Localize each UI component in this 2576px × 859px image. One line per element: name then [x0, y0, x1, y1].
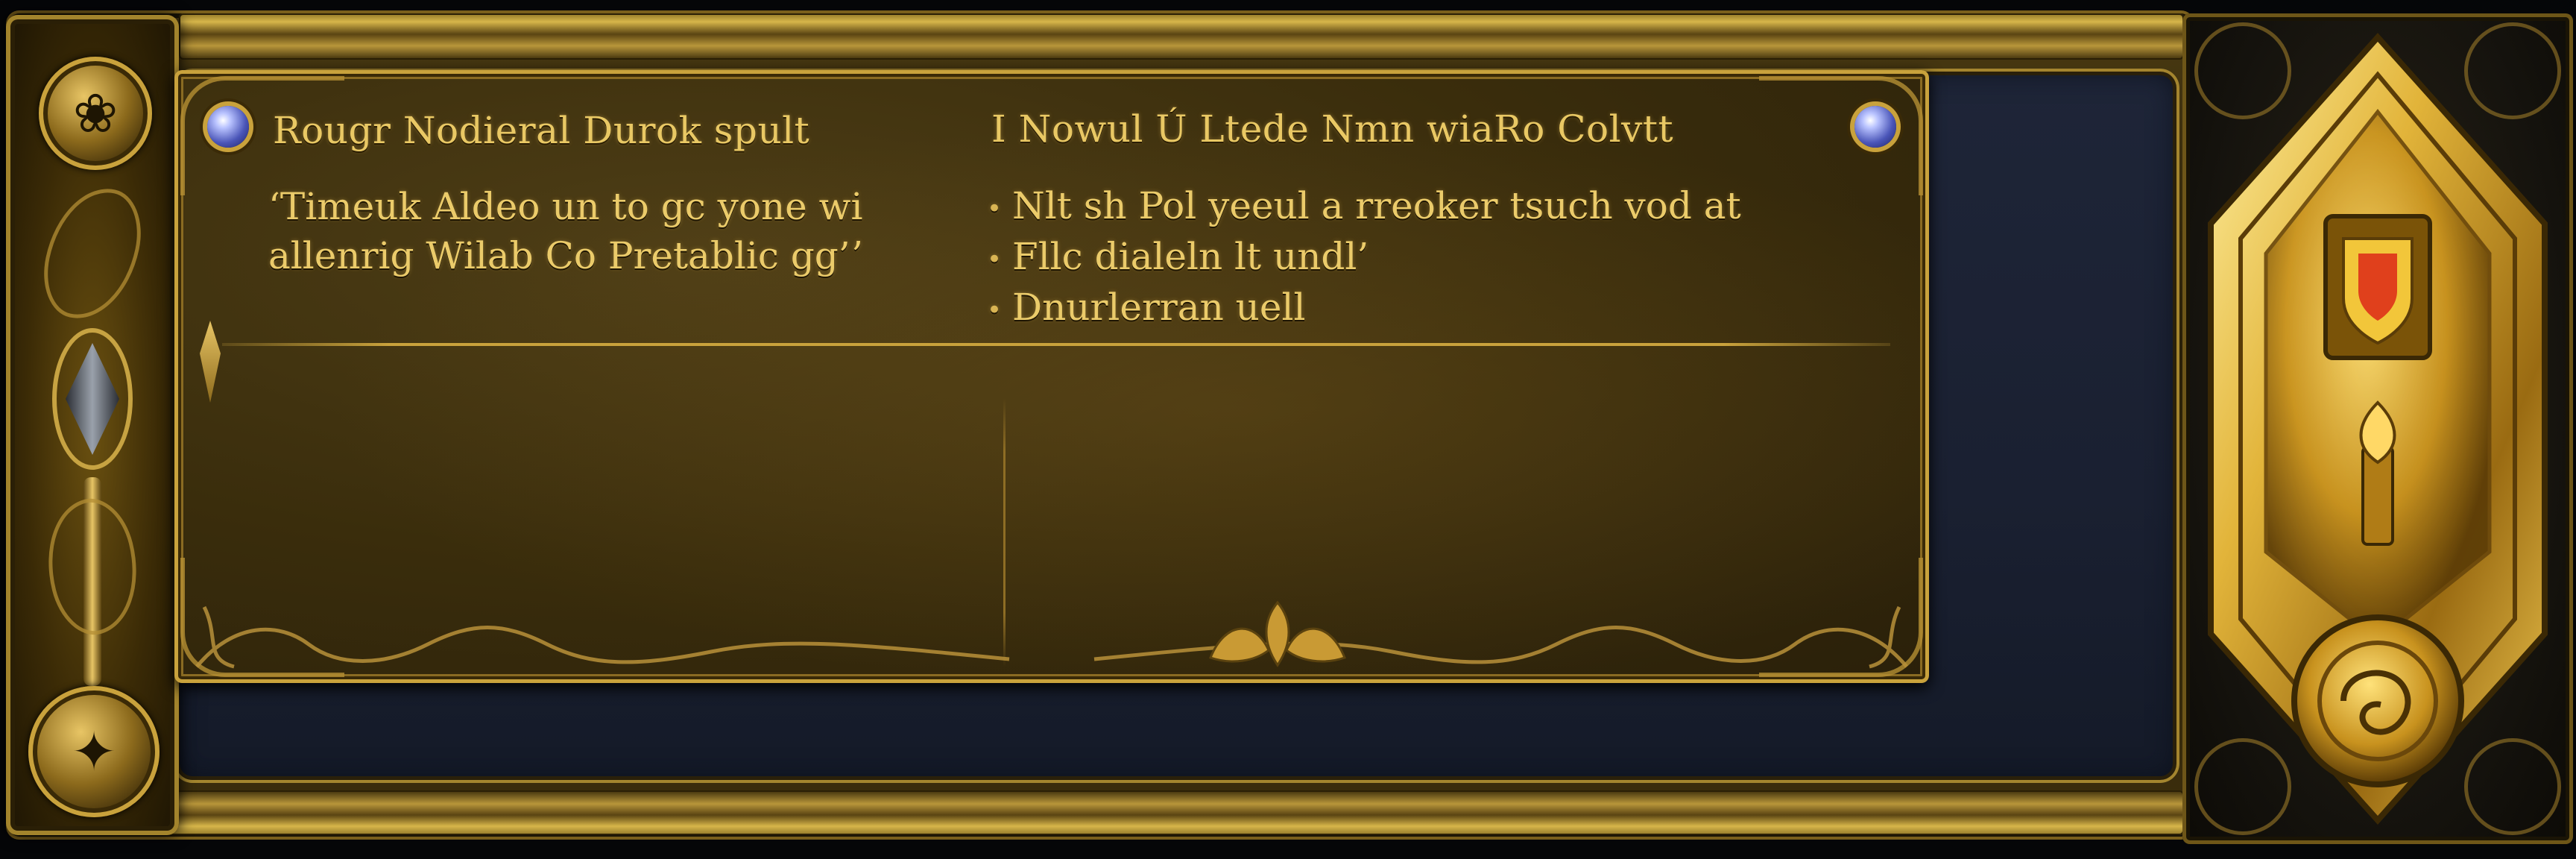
crest-ornament — [1209, 600, 1346, 667]
scroll-ornament — [34, 178, 151, 329]
left-column-body: ʻTimeuk Aldeo un to gc yone wi allenrig … — [268, 182, 862, 280]
sapphire-gem-icon — [207, 106, 249, 148]
sapphire-gem-icon — [1854, 106, 1896, 148]
right-column-title: I Nowul Ú Ltede Nmn wiaRo Colvtt — [991, 107, 1674, 151]
left-ornate-column: ❀ ✦ — [6, 15, 179, 835]
fleur-icon: ✦ — [28, 686, 160, 817]
left-column-title: Rougr Nodieral Durok spult — [273, 109, 810, 152]
body-line: allenrig Wilab Co Pretablic gg’ʼ — [268, 234, 862, 277]
list-item: • Dnurlerran uell — [987, 283, 1741, 334]
bullet-icon: • — [987, 295, 1003, 325]
corner-ornament — [1759, 76, 1923, 195]
pendant-ornament — [200, 321, 221, 403]
ornate-hexagon-plaque — [2208, 33, 2548, 825]
top-rail — [179, 13, 2184, 60]
list-item-text: Dnurlerran uell — [1012, 286, 1306, 329]
list-item-text: Fllc dialeln lt undl’ — [1012, 235, 1369, 278]
dragon-head-icon: ❀ — [39, 57, 152, 170]
list-item: • Fllc dialeln lt undl’ — [987, 233, 1741, 283]
right-column-bullets: • Nlt sh Pol yeeul a rreoker tsuch vod at… — [987, 182, 1741, 334]
list-item: • Nlt sh Pol yeeul a rreoker tsuch vod at — [987, 182, 1741, 233]
bottom-rail — [157, 790, 2184, 835]
filigree-border — [195, 605, 1908, 669]
swirl-medallion-icon — [2291, 614, 2464, 787]
shield-crest-icon — [2323, 214, 2432, 360]
list-item-text: Nlt sh Pol yeeul a rreoker tsuch vod at — [1012, 184, 1741, 227]
body-line: ʻTimeuk Aldeo un to gc yone wi — [268, 185, 863, 228]
scroll-ornament — [33, 491, 152, 643]
main-panel: Rougr Nodieral Durok spult ʻTimeuk Aldeo… — [174, 70, 1929, 683]
horizontal-divider — [222, 343, 1890, 346]
bullet-icon: • — [987, 194, 1003, 224]
bullet-icon: • — [987, 245, 1003, 274]
